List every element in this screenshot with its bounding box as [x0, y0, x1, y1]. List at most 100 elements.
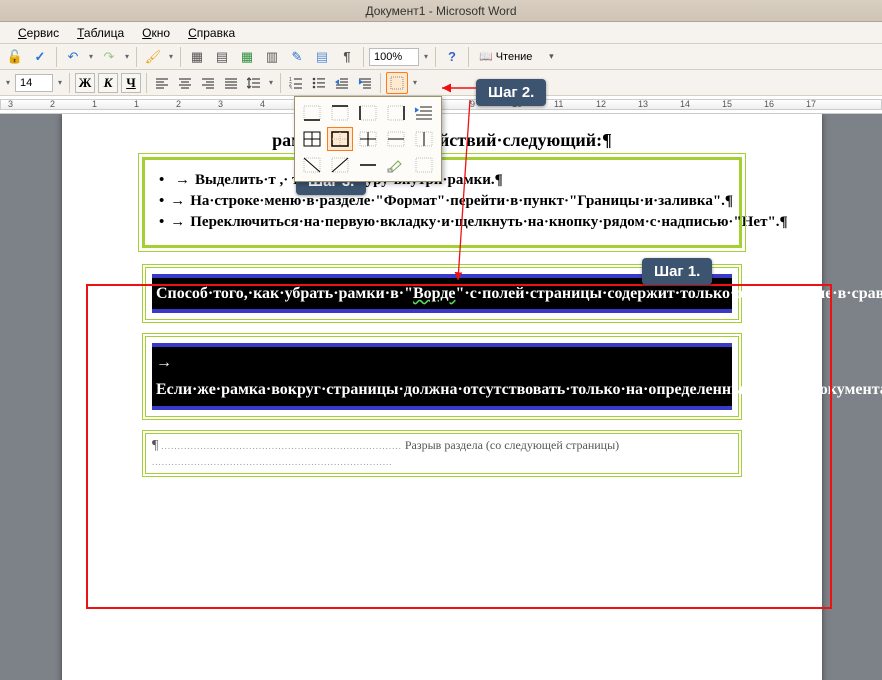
- book-icon: 📖: [479, 50, 493, 63]
- border-inside-h-icon[interactable]: [383, 127, 409, 151]
- menu-service[interactable]: Сервис: [10, 24, 67, 42]
- permissions-icon[interactable]: 🔓: [4, 46, 26, 68]
- standard-toolbar: 🔓 ✓ ↶ ▾ ↷ ▾ 🖌 ▾ ▦ ▤ ▦ ▥ ✎ ▤ ¶ 100% ▾ ? 📖…: [0, 44, 882, 70]
- zoom-combo[interactable]: 100%: [369, 48, 419, 66]
- tables-borders-icon[interactable]: ▦: [186, 46, 208, 68]
- bulleted-box: • → Выделить·т ,· тинку,·фигуру·внутри·р…: [142, 157, 742, 248]
- excel-icon[interactable]: ▦: [236, 46, 258, 68]
- list-item: • → Переключиться·на·первую·вкладку·и·ще…: [159, 214, 725, 231]
- selected-paragraph-box: → Если·же·рамка·вокруг·страницы·должна·о…: [142, 333, 742, 419]
- section-break-box: ¶ ......................................…: [142, 430, 742, 477]
- font-size-caret[interactable]: ▾: [56, 78, 64, 87]
- ruler-tick: 9: [470, 99, 475, 109]
- font-size-combo[interactable]: 14: [15, 74, 53, 92]
- border-inside-v-icon[interactable]: [411, 127, 437, 151]
- reading-label: Чтение: [496, 51, 533, 63]
- border-diag-down-icon[interactable]: [299, 153, 325, 177]
- svg-text:3: 3: [289, 86, 292, 89]
- selected-paragraph[interactable]: → Если·же·рамка·вокруг·страницы·должна·о…: [152, 343, 732, 409]
- toolbar-options-icon[interactable]: ▾: [540, 46, 562, 68]
- border-right-icon[interactable]: [383, 101, 409, 125]
- style-caret[interactable]: ▾: [4, 78, 12, 87]
- zoom-value: 100%: [374, 51, 402, 63]
- border-top-icon[interactable]: [327, 101, 353, 125]
- ruler-tick: 11: [554, 99, 563, 109]
- list-item: • → Выделить·т ,· тинку,·фигуру·внутри·р…: [159, 172, 725, 189]
- menu-window[interactable]: Окно: [134, 24, 178, 42]
- tab-arrow-icon: →: [175, 172, 189, 189]
- hline-icon[interactable]: [355, 153, 381, 177]
- ruler-tick: 1: [92, 99, 97, 109]
- ruler-tick: 2: [50, 99, 55, 109]
- columns-icon[interactable]: ▥: [261, 46, 283, 68]
- italic-button[interactable]: К: [98, 73, 118, 93]
- border-all-icon[interactable]: [299, 127, 325, 151]
- bulleted-list-icon[interactable]: [309, 73, 329, 93]
- border-none-large-icon[interactable]: [411, 101, 437, 125]
- line-spacing-icon[interactable]: [244, 73, 264, 93]
- align-left-icon[interactable]: [152, 73, 172, 93]
- ruler-tick: 1: [134, 99, 139, 109]
- hyperlink-text[interactable]: Ворде: [413, 285, 456, 302]
- ruler-tick: 3: [8, 99, 13, 109]
- window-title: Документ1 - Microsoft Word: [365, 4, 516, 18]
- undo-icon[interactable]: ↶: [62, 46, 84, 68]
- border-outside-icon[interactable]: [327, 127, 353, 151]
- ruler-tick: 14: [680, 99, 690, 109]
- formatting-toolbar: ▾ 14 ▾ Ж К Ч ▾ 123 ▾: [0, 70, 882, 96]
- list-item-text: Переключиться·на·первую·вкладку·и·щелкну…: [190, 214, 787, 231]
- step-1-label: Шаг 1.: [642, 258, 712, 285]
- insert-table-icon[interactable]: ▤: [211, 46, 233, 68]
- bullet-dot-icon: •: [159, 193, 164, 210]
- borders-caret[interactable]: ▾: [411, 78, 419, 87]
- ruler-tick: 16: [764, 99, 774, 109]
- borders-button[interactable]: [386, 72, 408, 94]
- menu-table[interactable]: Таблица: [69, 24, 132, 42]
- ruler-tick: 15: [722, 99, 732, 109]
- gridlines-icon[interactable]: [411, 153, 437, 177]
- menu-help[interactable]: Справка: [180, 24, 243, 42]
- align-right-icon[interactable]: [198, 73, 218, 93]
- menubar: Сервис Таблица Окно Справка: [0, 22, 882, 44]
- pilcrow-icon[interactable]: ¶: [336, 46, 358, 68]
- increase-indent-icon[interactable]: [355, 73, 375, 93]
- ruler-tick: 4: [260, 99, 265, 109]
- ruler-tick: 13: [638, 99, 648, 109]
- bold-button[interactable]: Ж: [75, 73, 95, 93]
- underline-button[interactable]: Ч: [121, 73, 141, 93]
- line-spacing-caret[interactable]: ▾: [267, 78, 275, 87]
- highlight-caret[interactable]: ▾: [167, 52, 175, 61]
- undo-caret[interactable]: ▾: [87, 52, 95, 61]
- heading-text: рамок·по·краям· ·действий·следующий:¶: [142, 120, 742, 157]
- draw-table-icon[interactable]: [383, 153, 409, 177]
- tab-arrow-icon: →: [170, 193, 184, 210]
- doc-map-icon[interactable]: ▤: [311, 46, 333, 68]
- border-inside-icon[interactable]: [355, 127, 381, 151]
- spellcheck-icon[interactable]: ✓: [29, 46, 51, 68]
- ruler-tick: 3: [218, 99, 223, 109]
- step-2-label: Шаг 2.: [476, 79, 546, 106]
- help-icon[interactable]: ?: [441, 46, 463, 68]
- border-left-icon[interactable]: [355, 101, 381, 125]
- font-size-value: 14: [20, 77, 32, 89]
- zoom-caret[interactable]: ▾: [422, 52, 430, 61]
- redo-icon[interactable]: ↷: [98, 46, 120, 68]
- list-item: • → На·строке·меню·в·разделе·"Формат"·пе…: [159, 193, 725, 210]
- redo-caret[interactable]: ▾: [123, 52, 131, 61]
- document-page: рамок·по·краям· ·действий·следующий:¶ • …: [62, 114, 822, 680]
- numbered-list-icon[interactable]: 123: [286, 73, 306, 93]
- tab-arrow-icon: →: [170, 214, 184, 231]
- border-diag-up-icon[interactable]: [327, 153, 353, 177]
- bullet-dot-icon: •: [159, 214, 164, 231]
- pilcrow-icon: ¶: [152, 438, 158, 453]
- drawing-icon[interactable]: ✎: [286, 46, 308, 68]
- reading-layout-button[interactable]: 📖 Чтение: [474, 49, 537, 64]
- align-justify-icon[interactable]: [221, 73, 241, 93]
- format-painter-icon[interactable]: 🖌: [142, 46, 164, 68]
- align-center-icon[interactable]: [175, 73, 195, 93]
- border-bottom-icon[interactable]: [299, 101, 325, 125]
- decrease-indent-icon[interactable]: [332, 73, 352, 93]
- section-break-label: Разрыв раздела (со следующей страницы): [405, 438, 619, 452]
- borders-dropdown[interactable]: [294, 96, 442, 182]
- ruler-tick: 2: [176, 99, 181, 109]
